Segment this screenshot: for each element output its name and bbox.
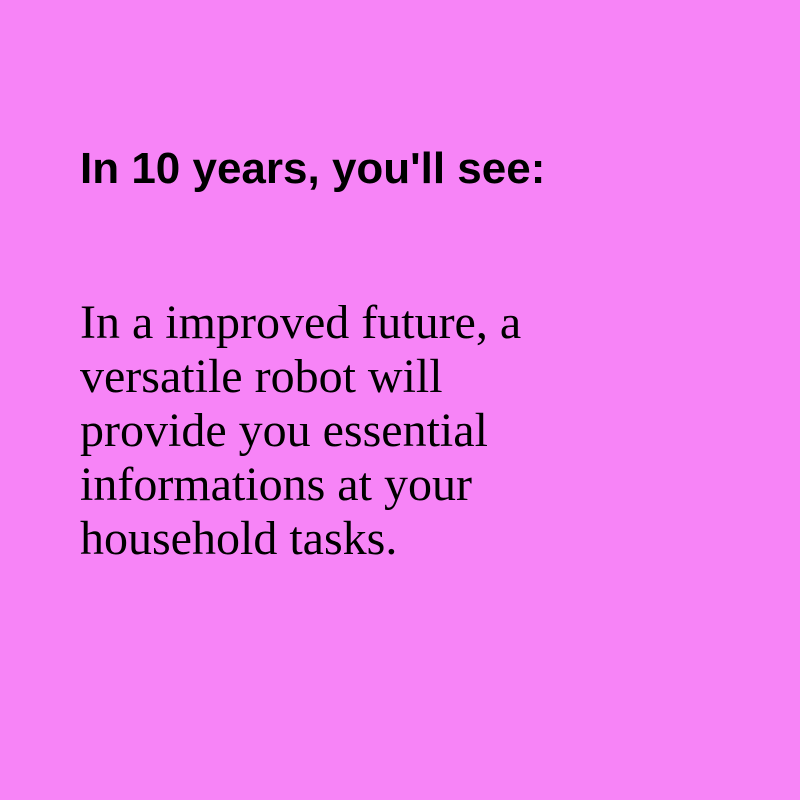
- prediction-card: In 10 years, you'll see: In a improved f…: [0, 0, 800, 800]
- card-body-text: In a improved future, a versatile robot …: [80, 296, 521, 566]
- body-line: provide you essential: [80, 404, 488, 457]
- body-line: household tasks.: [80, 512, 398, 565]
- card-heading: In 10 years, you'll see:: [80, 144, 546, 193]
- body-line: In a improved future, a: [80, 296, 522, 349]
- body-line: versatile robot will: [80, 350, 443, 403]
- body-line: informations at your: [80, 458, 472, 511]
